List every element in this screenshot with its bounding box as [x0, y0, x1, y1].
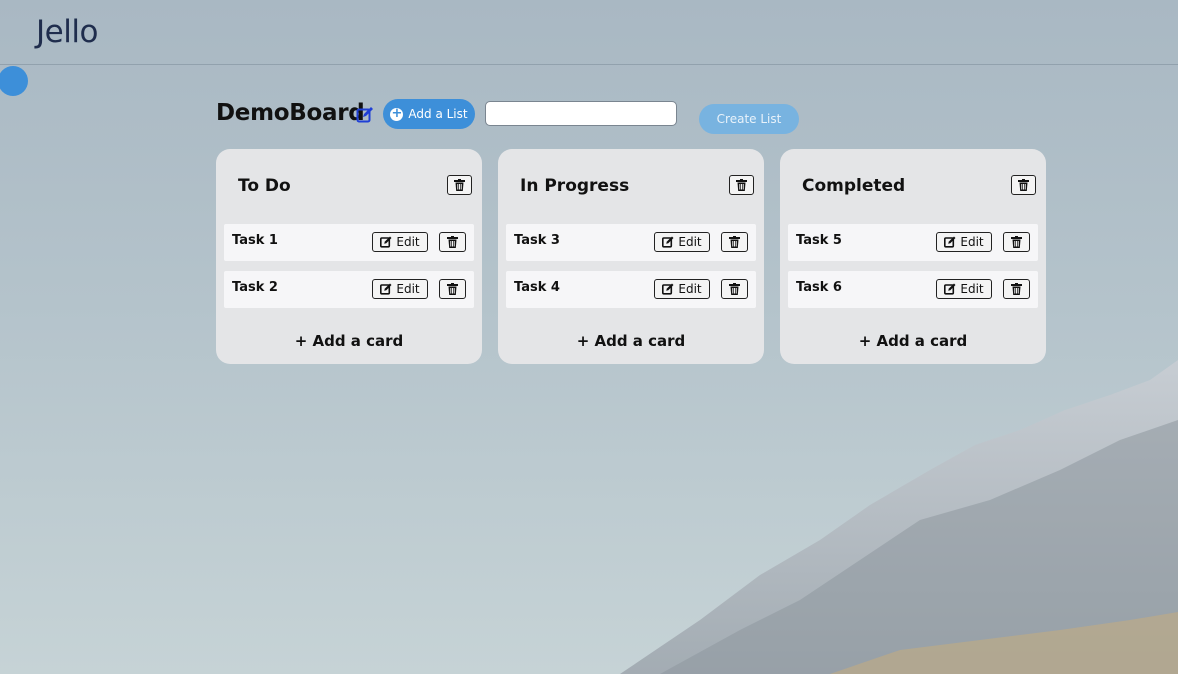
- edit-card-button[interactable]: Edit: [372, 232, 428, 252]
- edit-icon: [380, 236, 392, 248]
- edit-icon: [662, 236, 674, 248]
- edit-icon: [662, 283, 674, 295]
- avatar[interactable]: [0, 66, 28, 96]
- card[interactable]: Task 5 Edit: [788, 224, 1038, 261]
- delete-list-button[interactable]: [447, 175, 472, 195]
- trash-icon: [1011, 283, 1022, 295]
- edit-label: Edit: [960, 235, 984, 249]
- card[interactable]: Task 4 Edit: [506, 271, 756, 308]
- edit-icon[interactable]: [356, 106, 374, 124]
- trash-icon: [447, 236, 458, 248]
- add-card-button[interactable]: + Add a card: [780, 332, 1046, 350]
- top-nav: Jello: [0, 0, 1178, 65]
- edit-card-button[interactable]: Edit: [654, 232, 710, 252]
- edit-label: Edit: [396, 282, 420, 296]
- edit-label: Edit: [960, 282, 984, 296]
- trash-icon: [454, 179, 465, 191]
- edit-card-button[interactable]: Edit: [936, 279, 992, 299]
- edit-card-button[interactable]: Edit: [372, 279, 428, 299]
- card-title: Task 5: [796, 233, 842, 248]
- list-title: To Do: [238, 176, 291, 196]
- list-completed: Completed Task 5 Edit Task 6 Edit + Add …: [780, 149, 1046, 364]
- card[interactable]: Task 2 Edit: [224, 271, 474, 308]
- delete-list-button[interactable]: [729, 175, 754, 195]
- card[interactable]: Task 3 Edit: [506, 224, 756, 261]
- card-title: Task 2: [232, 280, 278, 295]
- board-title: DemoBoard: [216, 100, 365, 126]
- card-title: Task 1: [232, 233, 278, 248]
- delete-card-button[interactable]: [1003, 232, 1030, 252]
- add-card-button[interactable]: + Add a card: [216, 332, 482, 350]
- edit-label: Edit: [678, 282, 702, 296]
- app-brand[interactable]: Jello: [36, 14, 98, 50]
- delete-card-button[interactable]: [1003, 279, 1030, 299]
- trash-icon: [1018, 179, 1029, 191]
- edit-card-button[interactable]: Edit: [654, 279, 710, 299]
- card-title: Task 4: [514, 280, 560, 295]
- trash-icon: [729, 283, 740, 295]
- new-list-input[interactable]: [485, 101, 677, 126]
- edit-icon: [944, 236, 956, 248]
- delete-card-button[interactable]: [439, 232, 466, 252]
- edit-label: Edit: [678, 235, 702, 249]
- card[interactable]: Task 6 Edit: [788, 271, 1038, 308]
- trash-icon: [736, 179, 747, 191]
- card[interactable]: Task 1 Edit: [224, 224, 474, 261]
- trash-icon: [1011, 236, 1022, 248]
- add-card-button[interactable]: + Add a card: [498, 332, 764, 350]
- add-list-label: Add a List: [408, 107, 468, 121]
- delete-card-button[interactable]: [439, 279, 466, 299]
- trash-icon: [729, 236, 740, 248]
- list-title: In Progress: [520, 176, 630, 196]
- card-title: Task 6: [796, 280, 842, 295]
- trash-icon: [447, 283, 458, 295]
- edit-label: Edit: [396, 235, 420, 249]
- edit-card-button[interactable]: Edit: [936, 232, 992, 252]
- list-to-do: To Do Task 1 Edit Task 2 Edit + Add a ca…: [216, 149, 482, 364]
- create-list-button[interactable]: Create List: [699, 104, 799, 134]
- delete-card-button[interactable]: [721, 279, 748, 299]
- add-list-button[interactable]: + Add a List: [383, 99, 475, 129]
- edit-icon: [944, 283, 956, 295]
- list-title: Completed: [802, 176, 906, 196]
- list-in-progress: In Progress Task 3 Edit Task 4 Edit + Ad…: [498, 149, 764, 364]
- delete-card-button[interactable]: [721, 232, 748, 252]
- delete-list-button[interactable]: [1011, 175, 1036, 195]
- card-title: Task 3: [514, 233, 560, 248]
- edit-icon: [380, 283, 392, 295]
- plus-circle-icon: +: [390, 105, 404, 121]
